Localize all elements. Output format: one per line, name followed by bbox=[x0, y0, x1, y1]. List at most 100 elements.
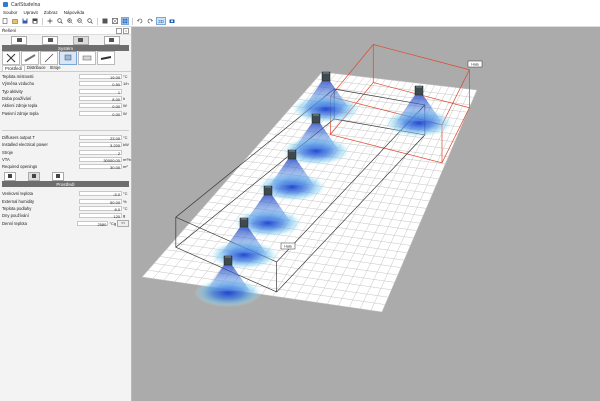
diffuser-tool-icon[interactable] bbox=[59, 51, 77, 65]
param-usage-time: Doba používání 8.00 h bbox=[2, 96, 126, 103]
panel-header: Řešení × bbox=[0, 27, 131, 35]
machines-value: 2 bbox=[79, 149, 123, 156]
save-icon[interactable] bbox=[22, 18, 28, 24]
zone-tag-red: Hala bbox=[471, 63, 478, 67]
undo-icon[interactable] bbox=[137, 18, 143, 24]
lower-tab-room[interactable] bbox=[4, 171, 16, 181]
lower-tab-environment[interactable] bbox=[28, 171, 40, 181]
air-exchange-field[interactable]: 0.50 bbox=[79, 81, 123, 87]
title-bar: CarlStudeIna bbox=[0, 0, 600, 9]
env-external-humidity: External humidity 50.00% bbox=[2, 198, 127, 205]
system-params: Teplota místnosti 19.00 °C Výměna vzduchu 0… bbox=[0, 72, 131, 118]
lower-tabs bbox=[0, 171, 131, 181]
outdoor-temperature-field[interactable]: -5.0 bbox=[79, 191, 123, 197]
diffuser-cap bbox=[313, 114, 319, 116]
delete-tool-icon[interactable] bbox=[2, 51, 20, 65]
mode-tab-building[interactable] bbox=[11, 35, 28, 45]
param-passive-heat: Pasivní zdroje tepla 0.00 W bbox=[2, 110, 127, 117]
open-folder-icon[interactable] bbox=[12, 18, 18, 24]
window-title: CarlStudeIna bbox=[11, 1, 41, 8]
toolbar-separator bbox=[42, 17, 43, 25]
diffuser-cap bbox=[323, 72, 329, 74]
calculate-button[interactable]: << bbox=[117, 219, 129, 227]
activity-type-field[interactable]: 1 bbox=[79, 88, 123, 95]
device-icon bbox=[47, 38, 53, 42]
close-icon[interactable]: × bbox=[123, 27, 129, 34]
subtab-machines[interactable]: Stroje bbox=[48, 65, 63, 71]
menu-soubor[interactable]: Soubor bbox=[3, 10, 18, 15]
view-front-icon[interactable] bbox=[102, 18, 108, 24]
env-floor-temperature: Teplota podlahy 8.0 °C bbox=[2, 206, 128, 212]
usage-days-field[interactable]: 120 bbox=[79, 213, 123, 219]
diffuser-cap bbox=[416, 86, 422, 88]
passive-heat-field[interactable]: 0.00 bbox=[79, 110, 123, 117]
required-openings-value: 30.00 bbox=[79, 164, 123, 170]
app-logo-icon bbox=[3, 2, 8, 7]
subtab-environment[interactable]: Prostředí bbox=[2, 65, 25, 71]
new-file-icon[interactable] bbox=[2, 18, 8, 24]
zoom-fit-icon[interactable] bbox=[87, 18, 93, 24]
diffusers-output-value: 23.00 bbox=[79, 134, 123, 141]
duct-tool-icon[interactable] bbox=[40, 51, 58, 65]
zoom-icon[interactable] bbox=[57, 18, 63, 24]
menu-bar: Soubor Upravit Zobraz Nápověda bbox=[0, 9, 600, 16]
env-outdoor-temperature: Venkovní teplota -5.0 °C bbox=[2, 191, 128, 198]
menu-napoveda[interactable]: Nápověda bbox=[64, 10, 85, 15]
active-heat-field[interactable]: 0.00 bbox=[79, 103, 123, 109]
lower-tab-output[interactable] bbox=[52, 171, 64, 181]
3d-viewport[interactable]: Hala Hala bbox=[132, 27, 600, 401]
mode-tabs bbox=[0, 35, 131, 45]
pan-icon[interactable] bbox=[47, 18, 53, 24]
system-icon bbox=[78, 38, 84, 42]
diffuser-cap bbox=[241, 218, 247, 220]
mode-tab-system[interactable] bbox=[72, 35, 89, 45]
room-temperature-field[interactable]: 19.00 bbox=[79, 74, 123, 80]
thermometer-icon bbox=[32, 174, 36, 179]
zoom-out-icon[interactable] bbox=[77, 18, 83, 24]
room-icon bbox=[8, 174, 12, 179]
redo-icon[interactable] bbox=[147, 18, 153, 24]
zone-tag-black: Hala bbox=[284, 245, 291, 249]
degree-days-field[interactable]: 2580 bbox=[77, 220, 109, 227]
env-degree-days: Denní teplota 2580 °Cg << bbox=[2, 219, 129, 227]
menu-zobraz[interactable]: Zobraz bbox=[44, 10, 58, 15]
param-activity-type: Typ aktivity 1 bbox=[2, 88, 123, 95]
toolbar: 3D bbox=[0, 16, 600, 27]
diffuser-cap bbox=[265, 186, 271, 188]
toolbar-separator bbox=[132, 17, 133, 25]
report-icon bbox=[109, 38, 115, 42]
zoom-in-icon[interactable] bbox=[67, 18, 73, 24]
output-icon bbox=[56, 174, 60, 179]
divider bbox=[2, 129, 129, 131]
floor-temperature-field[interactable]: 8.0 bbox=[79, 206, 123, 212]
tool-palette bbox=[0, 51, 131, 65]
environment-params: Venkovní teplota -5.0 °C External humidity… bbox=[0, 187, 131, 227]
camera-icon[interactable] bbox=[169, 18, 175, 24]
vta-value: 30000.00 bbox=[79, 156, 122, 163]
system-subtabs: Prostředí Distribuce Stroje bbox=[0, 65, 131, 72]
panel-title: Řešení bbox=[2, 28, 17, 33]
subtab-distribution[interactable]: Distribuce bbox=[25, 65, 48, 71]
diffuser-cap bbox=[289, 150, 295, 152]
view-3d-button[interactable]: 3D bbox=[156, 17, 166, 25]
env-usage-days: Dny používání 120 g bbox=[2, 213, 126, 220]
unit-tool-icon[interactable] bbox=[97, 51, 115, 65]
mode-tab-report[interactable] bbox=[103, 35, 120, 45]
save-as-icon[interactable] bbox=[32, 18, 38, 24]
toolbar-separator bbox=[97, 17, 98, 25]
view-grid-icon[interactable] bbox=[121, 17, 129, 25]
heater-tool-icon[interactable] bbox=[78, 51, 96, 65]
pipe-tool-icon[interactable] bbox=[21, 51, 39, 65]
param-active-heat: Aktivní zdroje tepla 0.00 W bbox=[2, 103, 127, 110]
result-machines: Stroje 2 bbox=[2, 149, 123, 156]
result-required-openings: Required openings 30.00 m² bbox=[2, 164, 128, 171]
view-wire-icon[interactable] bbox=[112, 18, 118, 24]
menu-upravit[interactable]: Upravit bbox=[24, 10, 38, 15]
mode-tab-devices[interactable] bbox=[42, 35, 59, 45]
external-humidity-field[interactable]: 50.00 bbox=[79, 198, 123, 205]
pin-icon[interactable] bbox=[116, 27, 122, 34]
usage-time-field[interactable]: 8.00 bbox=[79, 96, 123, 102]
result-diffusers-output: Diffusers output T 23.00 °C bbox=[2, 134, 128, 141]
scene-canvas[interactable]: Hala Hala bbox=[132, 27, 600, 401]
system-results: Diffusers output T 23.00 °C Installed elec… bbox=[0, 133, 131, 171]
